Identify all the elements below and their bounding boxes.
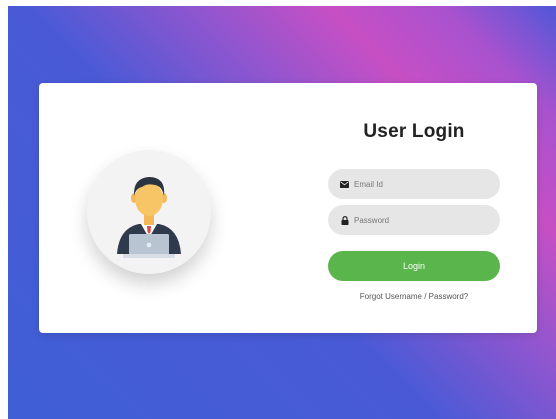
left-white-strip bbox=[0, 0, 8, 419]
user-avatar bbox=[87, 150, 211, 274]
login-card: User Login Login Forgot Username / Passw… bbox=[39, 83, 537, 333]
login-page-background: User Login Login Forgot Username / Passw… bbox=[0, 0, 556, 419]
envelope-icon bbox=[340, 180, 349, 189]
user-avatar-illustration bbox=[87, 150, 211, 274]
top-white-strip bbox=[0, 0, 556, 6]
page-title: User Login bbox=[363, 121, 465, 142]
lock-icon bbox=[340, 215, 349, 225]
login-button[interactable]: Login bbox=[328, 251, 500, 281]
email-field[interactable] bbox=[328, 169, 500, 199]
password-input[interactable] bbox=[354, 215, 494, 225]
email-input[interactable] bbox=[354, 179, 494, 189]
password-field[interactable] bbox=[328, 205, 500, 235]
forgot-password-link[interactable]: Forgot Username / Password? bbox=[328, 292, 500, 301]
